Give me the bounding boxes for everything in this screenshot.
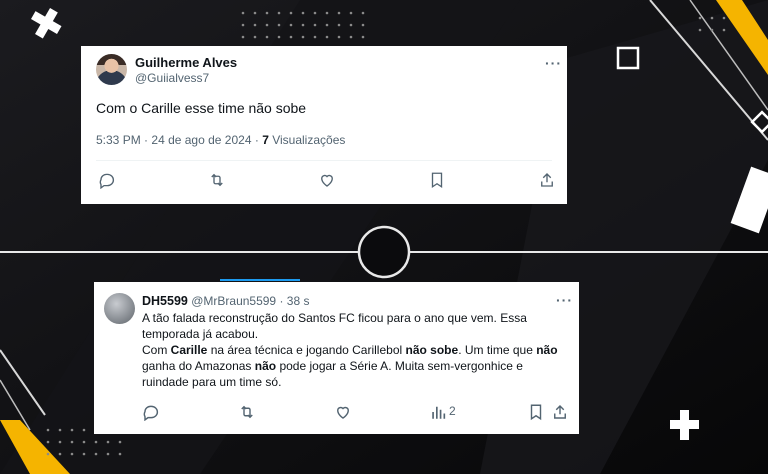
like-icon[interactable]: [334, 403, 350, 419]
author-name[interactable]: DH5599: [142, 294, 188, 308]
tweet-text: A tão falada reconstrução do Santos FC f…: [142, 310, 567, 390]
tweet-meta: 5:33 PM · 24 de ago de 2024 · 7 Visualiz…: [96, 133, 345, 147]
analytics-count[interactable]: 2: [449, 404, 456, 418]
divider: [96, 160, 552, 161]
more-options-icon[interactable]: ···: [556, 292, 573, 308]
separator: ·: [144, 133, 149, 147]
like-icon[interactable]: [318, 171, 336, 189]
author-handle[interactable]: @MrBraun5599: [191, 294, 276, 308]
tweet-text: Com o Carille esse time não sobe: [96, 100, 307, 116]
avatar[interactable]: [96, 54, 127, 85]
bookmark-icon[interactable]: [527, 403, 543, 421]
tweet-header: DH5599 @MrBraun5599 · 38 s: [142, 294, 309, 308]
tweet-date[interactable]: 24 de ago de 2024: [151, 133, 251, 147]
tweet-card-2: DH5599 @MrBraun5599 · 38 s ··· A tão fal…: [94, 282, 579, 434]
reply-icon[interactable]: [98, 171, 116, 189]
views-count: 7: [262, 133, 269, 147]
tweet-text-paragraph-2: Com Carille na área técnica e jogando Ca…: [142, 343, 558, 389]
avatar[interactable]: [104, 293, 135, 324]
analytics-icon[interactable]: [430, 403, 446, 419]
retweet-icon[interactable]: [208, 171, 226, 189]
tweet-time[interactable]: 5:33 PM: [96, 133, 141, 147]
tweet-age[interactable]: 38 s: [287, 294, 310, 308]
tweet-card-1: Guilherme Alves @Guiialvess7 ··· Com o C…: [81, 46, 567, 204]
separator: ·: [279, 294, 284, 308]
retweet-icon[interactable]: [238, 403, 254, 419]
bookmark-icon[interactable]: [428, 171, 446, 189]
views-label: Visualizações: [272, 133, 346, 147]
separator: ·: [254, 133, 259, 147]
reply-icon[interactable]: [142, 403, 159, 421]
author-name[interactable]: Guilherme Alves: [135, 55, 237, 70]
tweet-text-paragraph-1: A tão falada reconstrução do Santos FC f…: [142, 311, 527, 341]
author-handle[interactable]: @Guiialvess7: [135, 71, 209, 85]
more-options-icon[interactable]: ···: [545, 55, 562, 71]
share-icon[interactable]: [551, 403, 567, 419]
share-icon[interactable]: [538, 171, 556, 189]
